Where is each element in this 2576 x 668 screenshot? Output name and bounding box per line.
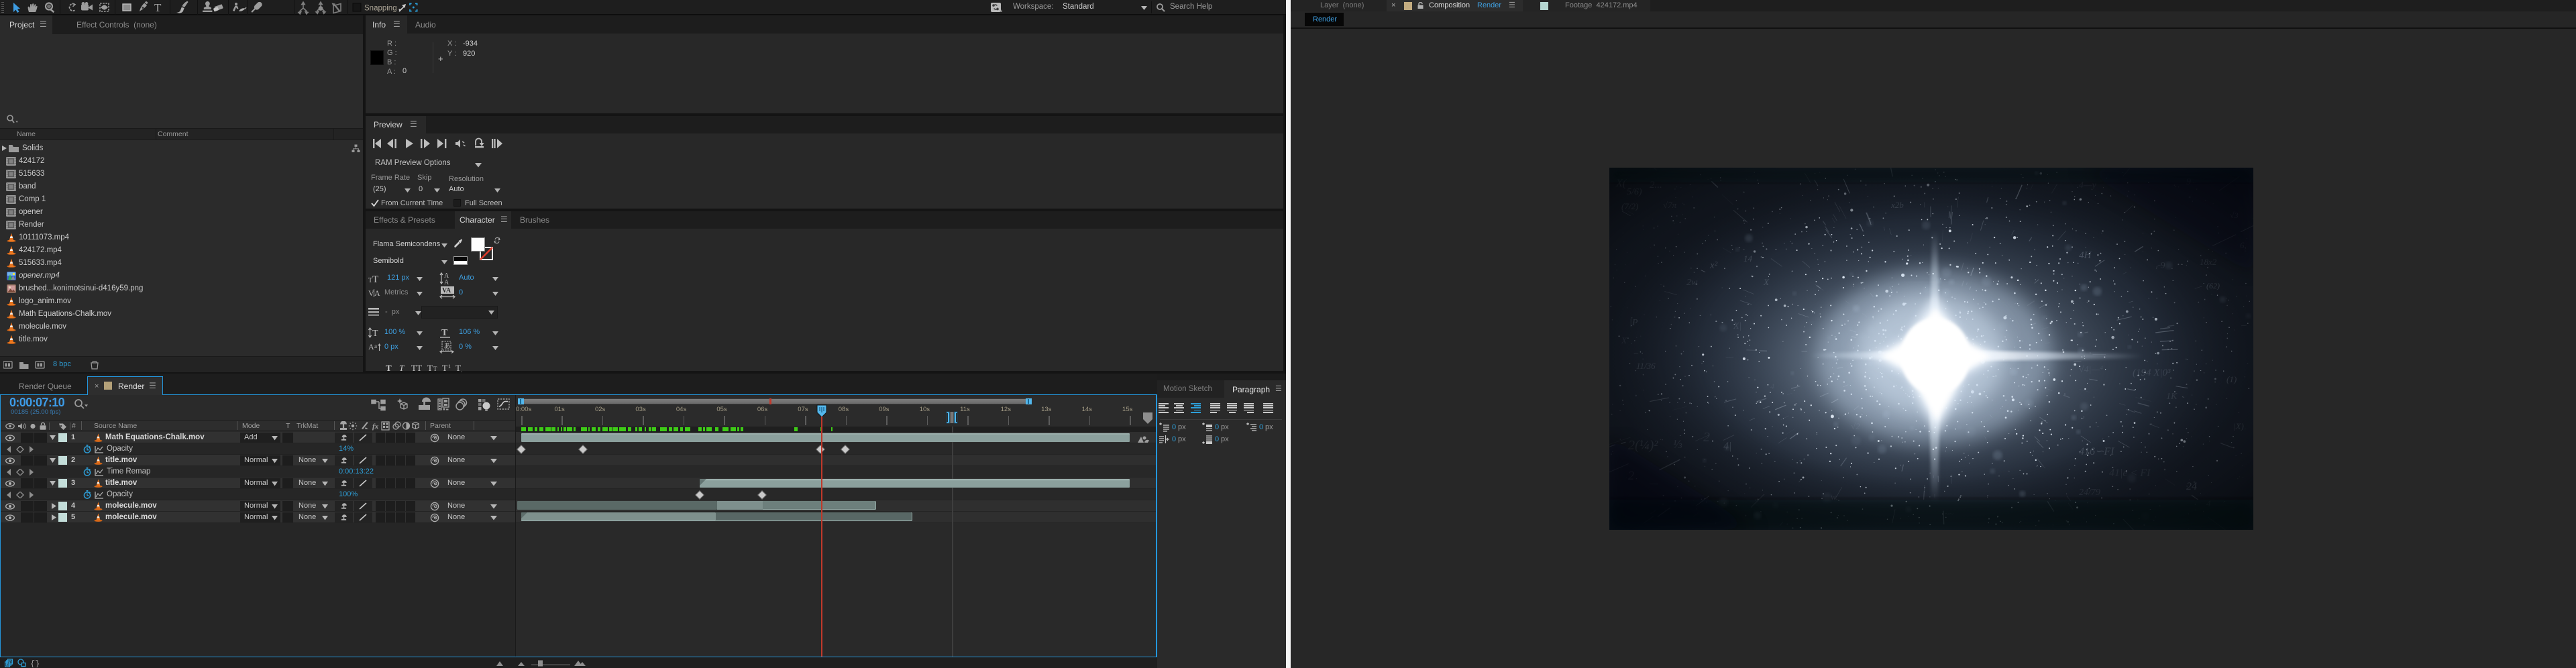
svg-text:T: T — [433, 366, 437, 372]
svg-text:A: A — [368, 342, 374, 351]
svg-text:T: T — [372, 274, 378, 284]
svg-text:1: 1 — [448, 364, 451, 370]
svg-text:T: T — [427, 363, 433, 372]
svg-text:fx: fx — [372, 423, 379, 431]
svg-text:T: T — [154, 1, 162, 14]
svg-text:T: T — [386, 363, 392, 372]
svg-text:A: A — [374, 288, 380, 298]
svg-text:TT: TT — [411, 363, 422, 372]
svg-text:T: T — [442, 363, 447, 372]
svg-text:Snapping: Snapping — [364, 5, 397, 13]
svg-text:A: A — [444, 279, 449, 286]
svg-text:V: V — [368, 288, 374, 298]
svg-text:VA: VA — [442, 287, 451, 294]
svg-text:T: T — [455, 363, 461, 372]
svg-text:,: , — [461, 368, 462, 372]
svg-text:あ: あ — [444, 343, 451, 351]
svg-text:T: T — [441, 328, 448, 338]
svg-text:T: T — [399, 363, 405, 372]
svg-text:T: T — [372, 329, 378, 339]
svg-text:{}: {} — [30, 659, 40, 667]
svg-text:a: a — [374, 343, 377, 349]
